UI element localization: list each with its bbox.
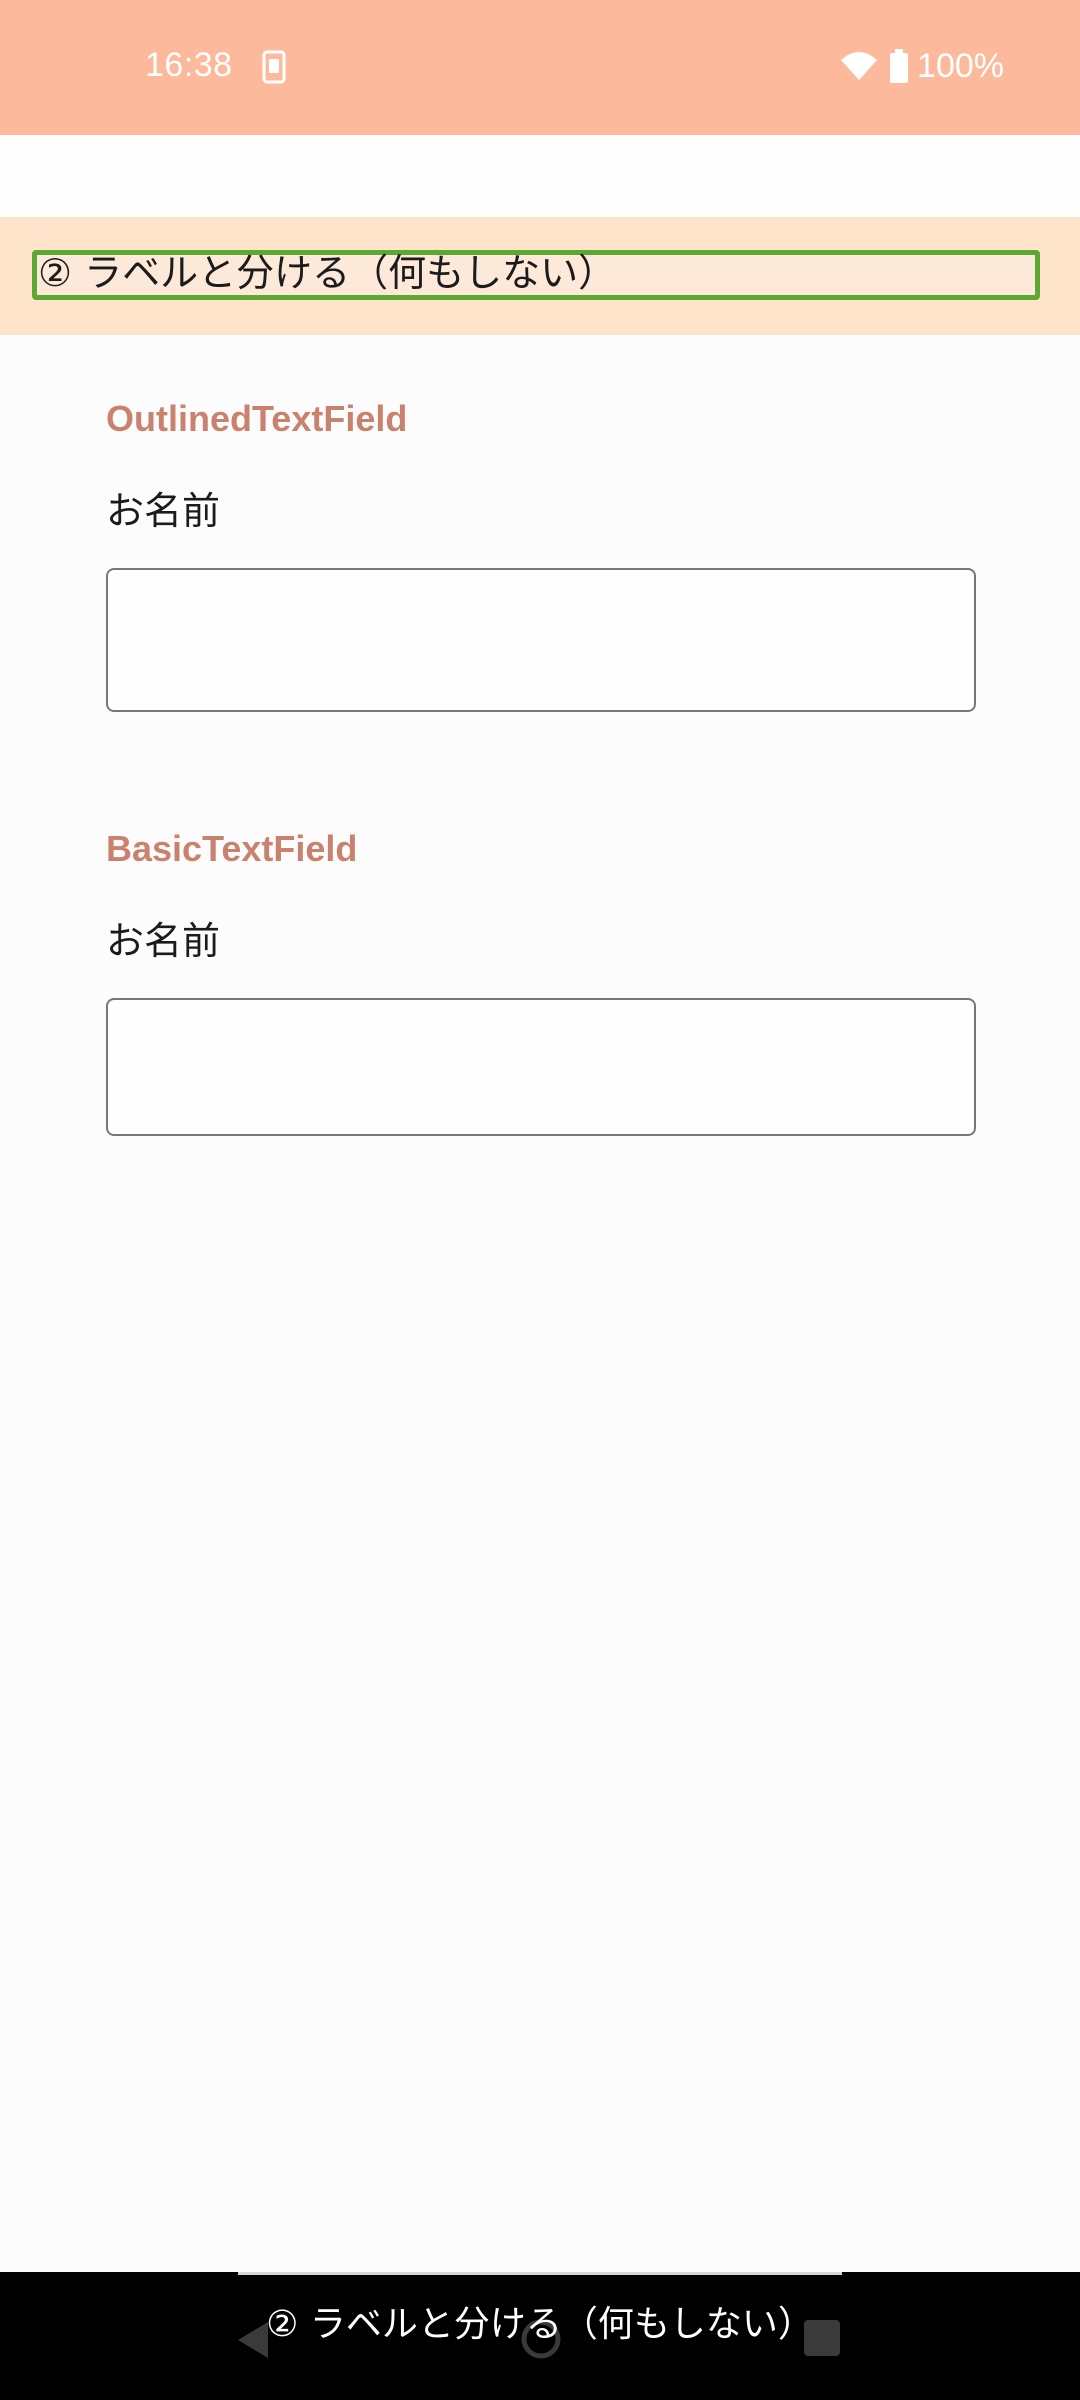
outlined-textfield-section: OutlinedTextField お名前 [106,396,976,716]
screenshot-icon [262,50,286,84]
navigation-bar: ② ラベルと分ける（何もしない） [0,2272,1080,2400]
outlined-name-field[interactable] [106,568,976,712]
section-header: ② ラベルと分ける（何もしない） [0,217,1080,335]
status-time: 16:38 [145,46,233,84]
basic-name-field[interactable] [106,998,976,1136]
overlay-caption: ② ラベルと分ける（何もしない） [266,2304,814,2345]
outlined-name-label: お名前 [106,489,221,533]
battery-percentage: 100% [917,46,1004,85]
nav-divider [238,2272,842,2275]
status-bar: 16:38 100% [0,0,1080,135]
app-top-area [0,135,1080,217]
wifi-icon [841,52,878,80]
battery-icon [890,49,909,83]
basic-textfield-title: BasicTextField [106,828,358,869]
status-indicators: 100% [839,46,1004,86]
basic-name-label: お名前 [106,919,221,963]
header-title: ② ラベルと分ける（何もしない） [38,251,617,295]
outlined-textfield-title: OutlinedTextField [106,398,408,439]
basic-textfield-section: BasicTextField お名前 [106,826,976,1138]
